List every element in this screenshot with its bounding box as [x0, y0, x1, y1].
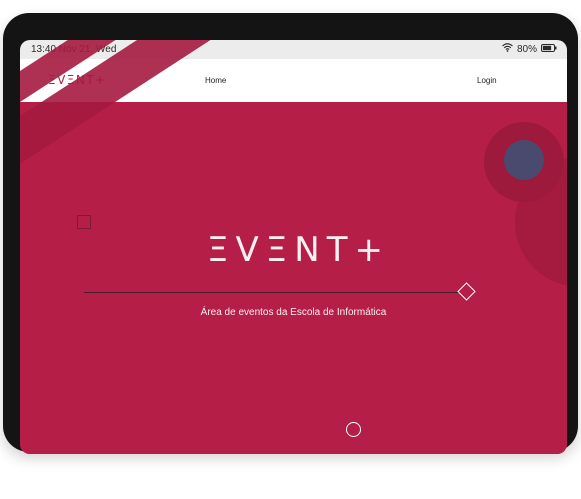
hero-title: ΞVΞNT+	[207, 230, 390, 270]
hero-subtitle: Área de eventos da Escola de Informática	[200, 307, 387, 318]
scroll-circle-icon[interactable]	[346, 422, 361, 437]
nav-login-link[interactable]: Login	[477, 59, 497, 102]
decorative-circle-navy	[504, 140, 544, 180]
battery-percent: 80%	[516, 44, 537, 55]
battery-fill	[542, 45, 552, 51]
tablet-screen: 13:40 Nov 21. Wed 80%	[20, 40, 567, 454]
tablet-frame: 13:40 Nov 21. Wed 80%	[3, 13, 578, 454]
stage: 13:40 Nov 21. Wed 80%	[0, 0, 581, 499]
status-right: 80%	[502, 40, 557, 59]
hero-divider-line	[84, 292, 460, 293]
decorative-square	[77, 215, 91, 229]
wifi-icon	[502, 40, 513, 59]
hero-banner: ΞVΞNT+ Área de eventos da Escola de Info…	[20, 40, 567, 454]
battery-icon	[541, 40, 557, 59]
nav-home-link[interactable]: Home	[205, 59, 226, 102]
diamond-icon	[457, 282, 476, 301]
